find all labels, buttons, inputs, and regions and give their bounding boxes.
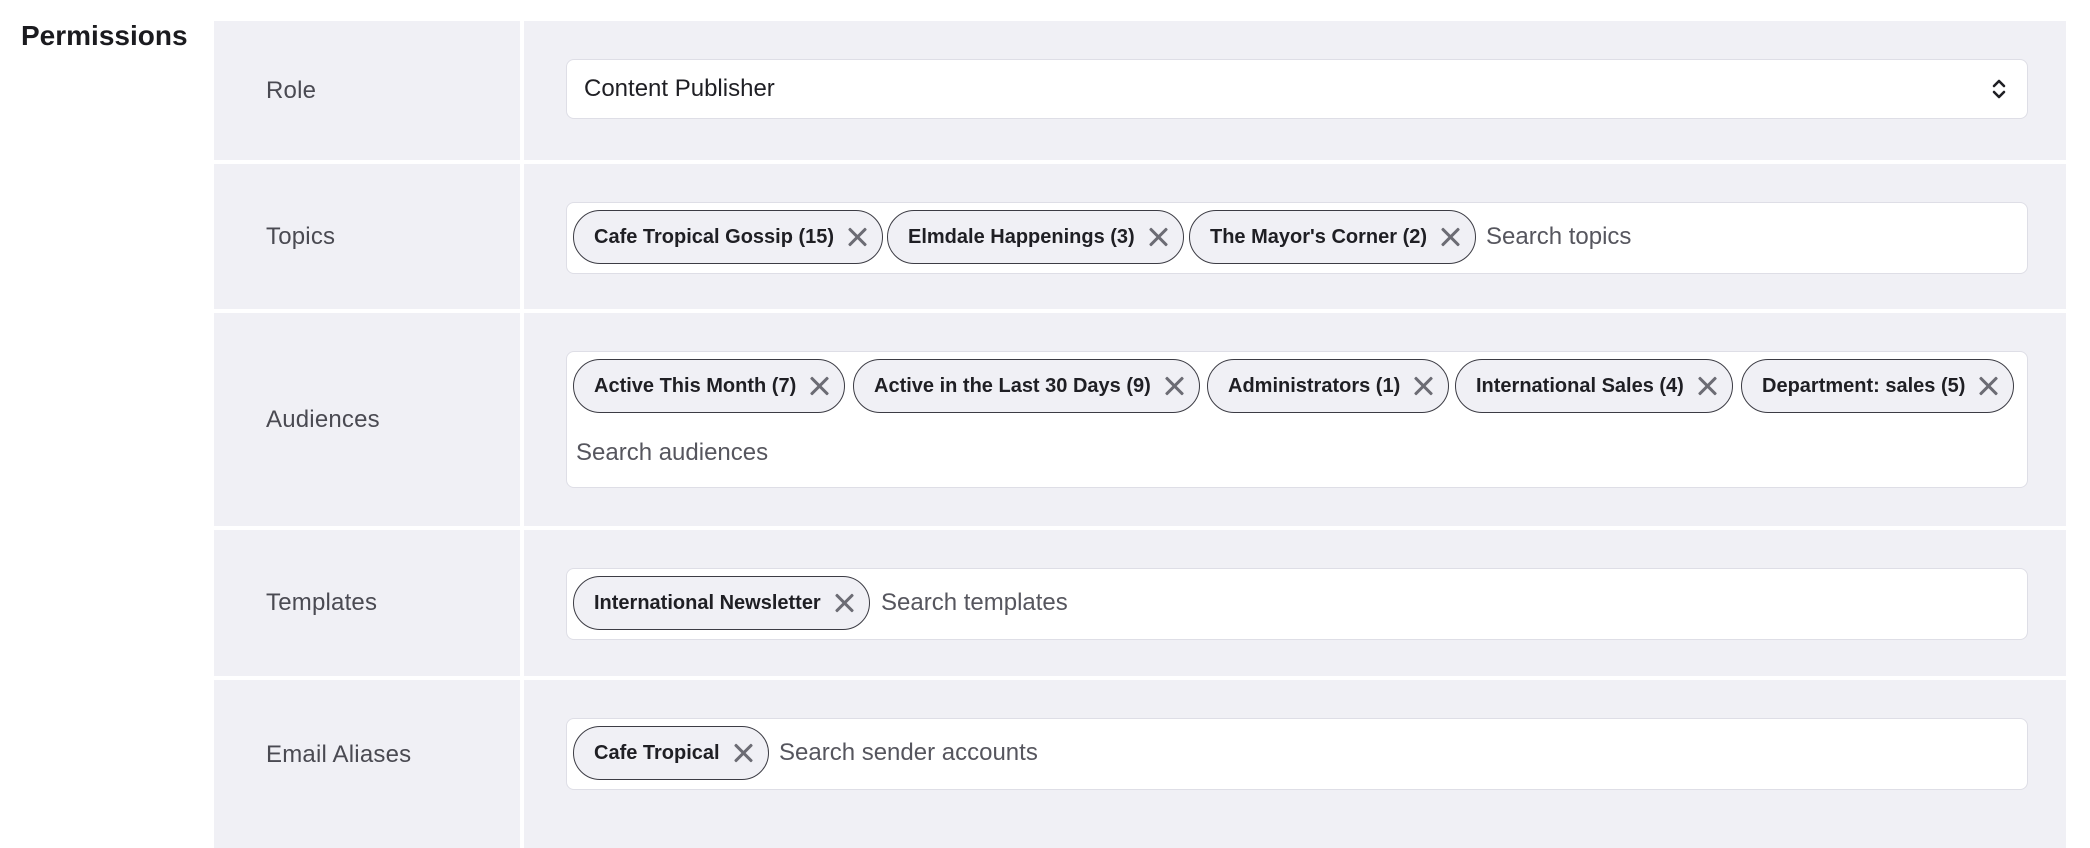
- email-aliases-label-cell: Email Aliases: [214, 680, 524, 848]
- role-select[interactable]: Content Publisher: [566, 59, 2028, 119]
- audience-chip: International Sales (4): [1455, 359, 1733, 413]
- close-icon[interactable]: [1696, 375, 1718, 397]
- chip-label: The Mayor's Corner (2): [1210, 225, 1428, 248]
- close-icon[interactable]: [1439, 226, 1461, 248]
- chip-label: International Sales (4): [1476, 374, 1684, 397]
- audiences-label: Audiences: [266, 405, 380, 433]
- topic-chip: The Mayor's Corner (2): [1189, 210, 1477, 264]
- role-label-cell: Role: [214, 21, 524, 160]
- topics-multiselect[interactable]: Cafe Tropical Gossip (15) Elmdale Happen…: [566, 202, 2028, 274]
- topics-row: Topics Cafe Tropical Gossip (15) Elmdale…: [214, 164, 2066, 309]
- role-row: Role Content Publisher: [214, 21, 2066, 160]
- close-icon[interactable]: [1147, 226, 1169, 248]
- templates-label: Templates: [266, 589, 378, 616]
- audiences-search-input[interactable]: Search audiences: [576, 439, 768, 467]
- chip-label: Active This Month (7): [594, 374, 797, 397]
- close-icon[interactable]: [1163, 375, 1185, 397]
- email-aliases-search-input[interactable]: Search sender accounts: [779, 739, 1038, 767]
- topics-search-input[interactable]: Search topics: [1486, 223, 1631, 251]
- templates-row: Templates International Newsletter Searc…: [214, 530, 2066, 676]
- close-icon[interactable]: [846, 226, 868, 248]
- close-icon[interactable]: [1977, 375, 1999, 397]
- topics-value-cell: Cafe Tropical Gossip (15) Elmdale Happen…: [528, 164, 2066, 309]
- topic-chip: Cafe Tropical Gossip (15): [573, 210, 884, 264]
- audience-chip: Active in the Last 30 Days (9): [853, 359, 1200, 413]
- templates-multiselect[interactable]: International Newsletter Search template…: [566, 568, 2028, 640]
- audience-chip: Active This Month (7): [573, 359, 846, 413]
- chip-label: Cafe Tropical: [594, 741, 720, 764]
- email-aliases-multiselect[interactable]: Cafe Tropical Search sender accounts: [566, 718, 2028, 790]
- email-aliases-value-cell: Cafe Tropical Search sender accounts: [528, 680, 2066, 848]
- topic-chip: Elmdale Happenings (3): [887, 210, 1184, 264]
- template-chip: International Newsletter: [573, 576, 870, 630]
- email-aliases-label: Email Aliases: [266, 741, 412, 768]
- role-label: Role: [266, 76, 317, 104]
- section-title: Permissions: [21, 20, 188, 51]
- role-value-cell: Content Publisher: [528, 21, 2066, 160]
- chip-label: Elmdale Happenings (3): [908, 225, 1135, 248]
- templates-value-cell: International Newsletter Search template…: [528, 530, 2066, 676]
- templates-label-cell: Templates: [214, 530, 524, 676]
- audience-chip: Administrators (1): [1207, 359, 1450, 413]
- audiences-label-cell: Audiences: [214, 313, 524, 526]
- close-icon[interactable]: [1412, 375, 1434, 397]
- chip-label: International Newsletter: [594, 591, 821, 614]
- chevron-up-down-icon: [1992, 79, 2006, 99]
- chip-label: Administrators (1): [1228, 374, 1401, 397]
- close-icon[interactable]: [732, 742, 754, 764]
- templates-search-input[interactable]: Search templates: [881, 589, 1068, 617]
- topics-label: Topics: [266, 222, 336, 250]
- close-icon[interactable]: [808, 375, 830, 397]
- role-select-value: Content Publisher: [584, 75, 775, 102]
- chip-label: Cafe Tropical Gossip (15): [594, 225, 835, 248]
- audiences-multiselect[interactable]: Active This Month (7) Active in the Last…: [566, 351, 2028, 488]
- chip-label: Department: sales (5): [1762, 374, 1966, 397]
- audience-chip: Department: sales (5): [1741, 359, 2015, 413]
- close-icon[interactable]: [833, 592, 855, 614]
- email-alias-chip: Cafe Tropical: [573, 726, 769, 780]
- email-aliases-row: Email Aliases Cafe Tropical Search sende…: [214, 680, 2066, 848]
- topics-label-cell: Topics: [214, 164, 524, 309]
- audiences-value-cell: Active This Month (7) Active in the Last…: [528, 313, 2066, 526]
- permissions-table: Role Content Publisher Topics Cafe Tropi…: [214, 21, 2066, 848]
- audiences-row: Audiences Active This Month (7) Active i…: [214, 313, 2066, 526]
- chip-label: Active in the Last 30 Days (9): [874, 374, 1151, 397]
